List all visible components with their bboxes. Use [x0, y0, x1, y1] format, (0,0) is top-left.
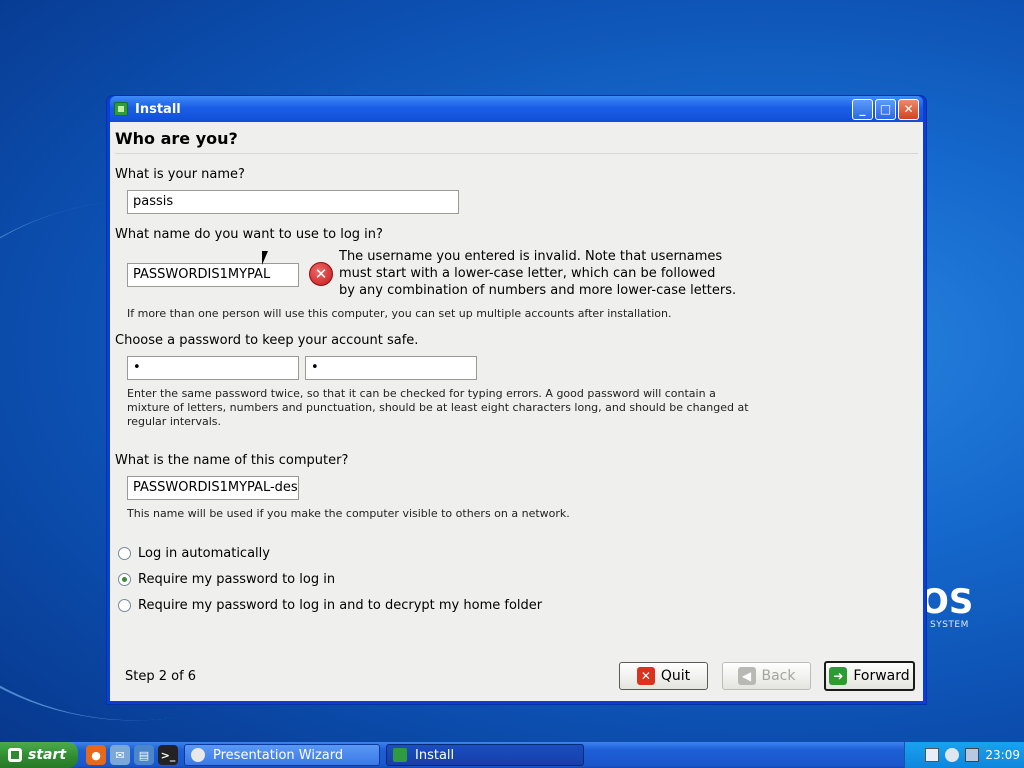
- error-line-2: must start with a lower-case letter, whi…: [339, 266, 716, 281]
- step-indicator: Step 2 of 6: [125, 669, 197, 684]
- back-arrow-icon: ◀: [737, 667, 756, 685]
- radio-indicator[interactable]: [118, 599, 131, 612]
- password-hint-line-1: Enter the same password twice, so that i…: [127, 387, 716, 400]
- page-title: Who are you?: [115, 129, 238, 148]
- task-label: Install: [415, 747, 455, 763]
- forward-arrow-icon: ➜: [829, 667, 848, 685]
- password-hint-line-2: mixture of letters, numbers and punctuat…: [127, 401, 749, 414]
- install-app-icon: [114, 102, 128, 116]
- radio-indicator-selected[interactable]: [118, 573, 131, 586]
- radio-login-automatically[interactable]: Log in automatically: [118, 546, 270, 561]
- task-label: Presentation Wizard: [213, 747, 344, 763]
- computer-name-label: What is the name of this computer?: [115, 453, 349, 468]
- network-icon[interactable]: [965, 748, 980, 762]
- error-icon: ✕: [309, 262, 333, 286]
- install-window: Install _ □ ✕ Who are you? What is your …: [106, 95, 927, 705]
- wallpaper-logo: OS: [920, 582, 974, 622]
- computer-name-input[interactable]: PASSWORDIS1MYPAL-desktop: [127, 476, 299, 500]
- forward-label: Forward: [853, 668, 910, 684]
- back-button[interactable]: ◀ Back: [722, 662, 811, 690]
- quit-button[interactable]: ✕ Quit: [619, 662, 708, 690]
- back-label: Back: [761, 668, 796, 684]
- volume-icon[interactable]: [945, 748, 960, 762]
- minimize-button[interactable]: _: [852, 98, 873, 120]
- full-name-input[interactable]: passis: [127, 190, 459, 214]
- wallpaper-logo-subtitle: SYSTEM: [930, 620, 969, 630]
- radio-label: Log in automatically: [138, 546, 270, 561]
- install-task-icon: [393, 748, 407, 762]
- quick-launch: ● ✉ ▤ >_: [86, 745, 178, 765]
- taskbar-item-install[interactable]: Install: [386, 744, 584, 766]
- password-hint-line-3: regular intervals.: [127, 415, 221, 428]
- radio-label: Require my password to log in and to dec…: [138, 598, 543, 613]
- terminal-icon[interactable]: >_: [158, 745, 178, 765]
- radio-label: Require my password to log in: [138, 572, 336, 587]
- password-input[interactable]: •: [127, 356, 299, 380]
- password-hint: Enter the same password twice, so that i…: [127, 387, 807, 429]
- mouse-cursor-icon: [262, 251, 268, 265]
- error-line-1: The username you entered is invalid. Not…: [339, 249, 723, 264]
- taskbar: start ● ✉ ▤ >_ Presentation Wizard Insta…: [0, 742, 1024, 768]
- taskbar-item-presentation-wizard[interactable]: Presentation Wizard: [184, 744, 380, 766]
- clock: 23:09: [985, 748, 1020, 762]
- window-client-area: Who are you? What is your name? passis W…: [110, 122, 923, 701]
- password-confirm-input[interactable]: •: [305, 356, 477, 380]
- start-button[interactable]: start: [0, 742, 78, 768]
- password-label: Choose a password to keep your account s…: [115, 333, 419, 348]
- computer-name-hint: This name will be used if you make the c…: [127, 507, 570, 520]
- email-client-icon[interactable]: ✉: [110, 745, 130, 765]
- multiple-accounts-hint: If more than one person will use this co…: [127, 307, 672, 320]
- quit-label: Quit: [660, 668, 691, 684]
- firefox-icon[interactable]: ●: [86, 745, 106, 765]
- keyboard-layout-icon[interactable]: [925, 748, 940, 762]
- window-titlebar[interactable]: Install _ □ ✕: [110, 96, 923, 122]
- username-error-message: The username you entered is invalid. Not…: [339, 248, 759, 299]
- login-name-label: What name do you want to use to log in?: [115, 227, 383, 242]
- start-logo-icon: [8, 748, 22, 762]
- radio-require-password-decrypt[interactable]: Require my password to log in and to dec…: [118, 598, 542, 613]
- heading-divider: [115, 153, 918, 154]
- system-tray: 23:09: [904, 742, 1024, 768]
- error-line-3: by any combination of numbers and more l…: [339, 283, 737, 298]
- start-label: start: [28, 747, 67, 763]
- quit-icon: ✕: [636, 667, 655, 685]
- presentation-icon: [191, 748, 205, 762]
- name-label: What is your name?: [115, 167, 245, 182]
- close-button[interactable]: ✕: [898, 98, 919, 120]
- file-manager-icon[interactable]: ▤: [134, 745, 154, 765]
- username-input[interactable]: PASSWORDIS1MYPAL: [127, 263, 299, 287]
- radio-indicator[interactable]: [118, 547, 131, 560]
- forward-button[interactable]: ➜ Forward: [824, 661, 915, 691]
- window-title: Install: [135, 101, 181, 117]
- radio-require-password[interactable]: Require my password to log in: [118, 572, 335, 587]
- maximize-button[interactable]: □: [875, 98, 896, 120]
